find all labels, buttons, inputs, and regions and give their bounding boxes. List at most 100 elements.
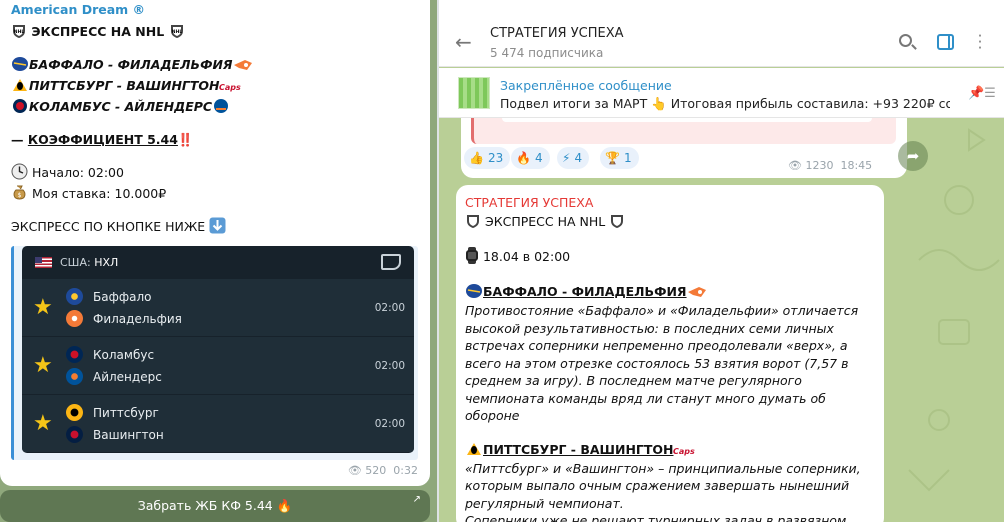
team-name: Филадельфия xyxy=(93,311,182,326)
capitals-logo-icon: Caps xyxy=(673,447,695,456)
flyers-logo-icon xyxy=(66,310,83,327)
channel-title[interactable]: СТРАТЕГИЯ УСПЕХА xyxy=(490,26,624,41)
down-arrow-icon xyxy=(209,217,226,234)
sabres-logo-icon xyxy=(466,284,482,298)
match-1-title: БАФФАЛО - ФИЛАДЕЛЬФИЯ xyxy=(483,284,687,299)
svg-text:NHL: NHL xyxy=(171,29,182,35)
pinned-label: Закреплённое сообщение xyxy=(500,78,672,93)
message-time: 0:32 xyxy=(393,464,418,477)
team-name: Коламбус xyxy=(93,347,155,362)
inline-button[interactable]: Забрать ЖБ КФ 5.44 🔥 ↗ xyxy=(0,490,430,522)
post-header: ЭКСПРЕСС НА NHL xyxy=(484,214,606,229)
clock-icon xyxy=(11,163,28,180)
star-icon[interactable]: ★ xyxy=(33,411,66,436)
game-row[interactable]: ★ Питтсбург Вашингтон 02:00 xyxy=(22,395,414,452)
view-count: 520 xyxy=(365,464,387,477)
my-stake: Моя ставка: 10.000₽ xyxy=(31,186,167,201)
reaction-trophy[interactable]: 🏆 1 xyxy=(600,147,639,169)
post-header: ЭКСПРЕСС НА NHL xyxy=(31,24,165,39)
subscriber-count: 5 474 подписчика xyxy=(490,46,604,60)
sender-name[interactable]: СТРАТЕГИЯ УСПЕХА xyxy=(465,195,875,210)
previous-message-card[interactable] xyxy=(471,118,896,144)
nhl-shield-icon xyxy=(467,215,479,228)
channel-header: ← СТРАТЕГИЯ УСПЕХА 5 474 подписчика · · · xyxy=(439,0,1004,67)
event-date: 18.04 в 02:00 xyxy=(482,249,571,264)
view-count: 1230 xyxy=(805,159,834,172)
express-label: ЭКСПРЕСС ПО КНОПКЕ НИЖЕ xyxy=(11,219,206,234)
star-icon[interactable]: ★ xyxy=(33,295,66,320)
game-time: 02:00 xyxy=(374,417,405,430)
reaction-fire[interactable]: 🔥 4 xyxy=(511,147,550,169)
svg-text:Caps: Caps xyxy=(673,447,695,456)
penguins-logo-icon xyxy=(66,404,83,421)
islanders-logo-icon xyxy=(66,368,83,385)
eye-icon: 👁 xyxy=(347,464,362,477)
team-name: Айлендерс xyxy=(93,369,162,384)
team-name: Вашингтон xyxy=(93,427,164,442)
link-preview[interactable]: США: НХЛ ★ Баффало Филадельфия 02:00 ★ К… xyxy=(11,246,418,460)
inline-button-label: Забрать ЖБ КФ 5.44 🔥 xyxy=(137,498,293,513)
match-1: БАФФАЛО - ФИЛАДЕЛЬФИЯ xyxy=(29,57,233,72)
pinned-message-bar[interactable]: Закреплённое сообщение Подвел итоги за М… xyxy=(439,68,1004,118)
side-panel-icon[interactable] xyxy=(937,34,954,50)
game-row[interactable]: ★ Коламбус Айлендерс 02:00 xyxy=(22,337,414,394)
pinned-text: Подвел итоги за МАРТ 👆 Итоговая прибыль … xyxy=(500,96,950,111)
reaction-thumbs-up[interactable]: 👍 23 xyxy=(464,147,511,169)
match-2-analysis: «Питтсбург» и «Вашингтон» – принципиальн… xyxy=(465,460,861,511)
team-name: Баффало xyxy=(93,289,152,304)
previous-message-meta: 👁 1230 18:45 xyxy=(788,159,872,172)
message-bubble: American Dream ® NHL ЭКСПРЕСС НА NHL NHL… xyxy=(0,0,430,486)
league-name: НХЛ xyxy=(94,255,119,269)
star-icon[interactable]: ★ xyxy=(33,353,66,378)
forward-icon[interactable]: ➦ xyxy=(898,141,928,171)
reaction-lightning[interactable]: ⚡ 4 xyxy=(557,147,590,169)
match-2-title: ПИТТСБУРГ - ВАШИНГТОН xyxy=(483,441,674,457)
capitals-logo-icon: Caps xyxy=(219,83,241,92)
blue-jackets-logo-icon xyxy=(66,346,83,363)
blue-jackets-logo-icon xyxy=(13,99,27,113)
pinned-thumbnail xyxy=(458,77,490,109)
back-arrow-icon[interactable]: ← xyxy=(455,30,472,54)
pin-list-icon[interactable]: 📌☰ xyxy=(968,86,998,101)
capitals-logo-icon xyxy=(66,426,83,443)
penguins-logo-icon xyxy=(13,79,27,91)
game-time: 02:00 xyxy=(374,359,405,372)
svg-text:Caps: Caps xyxy=(219,83,241,92)
team-name: Питтсбург xyxy=(93,405,159,420)
search-icon[interactable] xyxy=(899,34,912,47)
express-card[interactable]: США: НХЛ ★ Баффало Филадельфия 02:00 ★ К… xyxy=(22,246,414,453)
left-chat-panel: American Dream ® NHL ЭКСПРЕСС НА NHL NHL… xyxy=(0,0,437,522)
flyers-logo-icon xyxy=(687,287,706,297)
hockey-stick-icon xyxy=(381,254,401,270)
svg-text:$: $ xyxy=(18,192,22,199)
league-country: США: xyxy=(60,255,91,269)
svg-text:NHL: NHL xyxy=(14,29,25,35)
double-exclamation-icon: ‼️ xyxy=(177,132,194,147)
islanders-logo-icon xyxy=(214,99,229,113)
game-time: 02:00 xyxy=(374,301,405,314)
usa-flag-icon xyxy=(35,256,52,268)
message-bubble: СТРАТЕГИЯ УСПЕХА ЭКСПРЕСС НА NHL 18.04 в… xyxy=(456,185,884,522)
coefficient-link[interactable]: КОЭФФИЦИЕНТ 5.44 xyxy=(28,132,178,147)
message-meta: 👁 520 0:32 xyxy=(348,464,418,477)
right-chat-panel: ← СТРАТЕГИЯ УСПЕХА 5 474 подписчика · · · … xyxy=(439,0,1004,522)
message-time: 18:45 xyxy=(840,159,873,172)
eye-icon: 👁 xyxy=(788,159,802,172)
sabres-logo-icon xyxy=(12,57,28,71)
nhl-shield-icon: NHL xyxy=(13,25,25,38)
penguins-logo-icon xyxy=(467,442,481,455)
nhl-shield-icon: NHL xyxy=(170,25,183,38)
league-header: США: НХЛ xyxy=(22,246,414,278)
more-vertical-icon[interactable]: · · · xyxy=(977,29,983,56)
match-2: ПИТТСБУРГ - ВАШИНГТОН xyxy=(29,78,220,93)
watch-icon xyxy=(466,247,478,264)
money-bag-icon: $ xyxy=(13,185,26,200)
external-link-icon: ↗ xyxy=(412,494,421,505)
sender-name[interactable]: American Dream ® xyxy=(11,2,418,17)
nhl-shield-icon xyxy=(611,215,624,228)
match-1-analysis: Противостояние «Баффало» и «Филадельфии»… xyxy=(465,303,859,423)
flyers-logo-icon xyxy=(233,60,252,70)
sabres-logo-icon xyxy=(66,288,83,305)
start-time: Начало: 02:00 xyxy=(31,165,124,180)
game-row[interactable]: ★ Баффало Филадельфия 02:00 xyxy=(22,279,414,336)
